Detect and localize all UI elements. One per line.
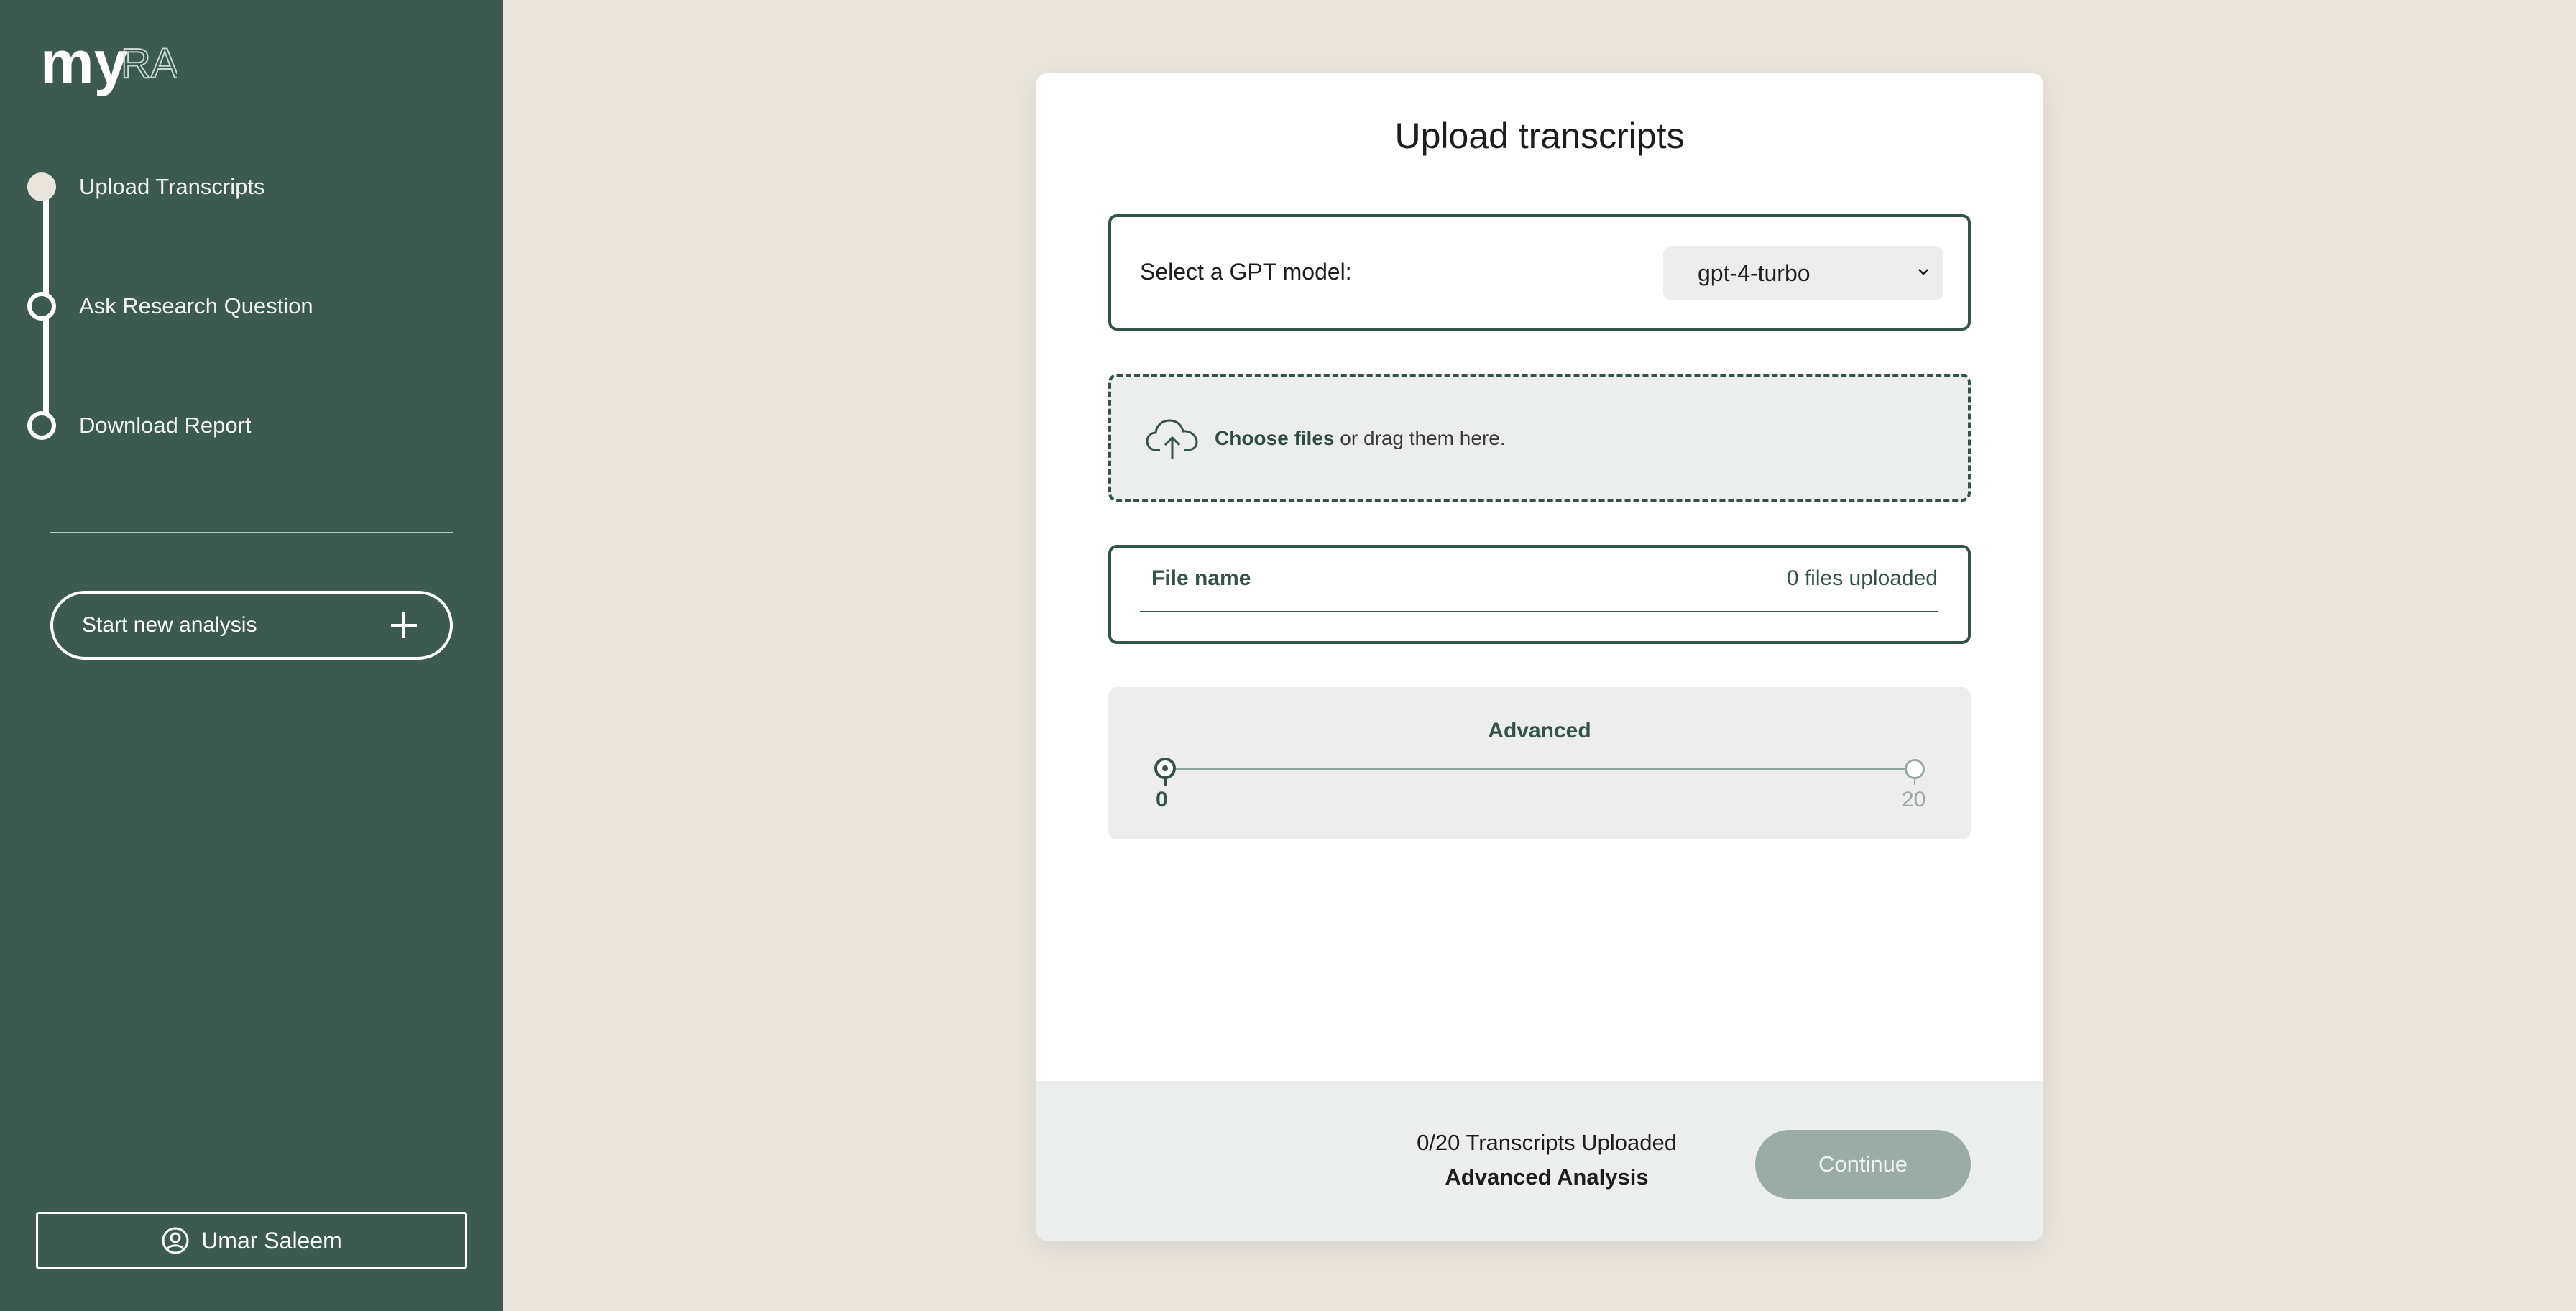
svg-text:my: my (40, 32, 128, 96)
slider-max-label: 20 (1902, 788, 1926, 811)
sidebar-divider (50, 532, 453, 533)
step-label: Download Report (79, 413, 252, 438)
start-new-analysis-label: Start new analysis (82, 613, 257, 637)
dropzone-hint: or drag them here. (1334, 427, 1506, 449)
upload-card: Upload transcripts Select a GPT model: g… (1036, 73, 2043, 1241)
dropzone-text: Choose files or drag them here. (1215, 427, 1506, 450)
analysis-mode: Advanced Analysis (1445, 1164, 1649, 1190)
file-list-panel: File name 0 files uploaded (1108, 545, 1971, 644)
step-label: Upload Transcripts (79, 174, 265, 199)
start-new-analysis-button[interactable]: Start new analysis (50, 591, 453, 660)
user-name: Umar Saleem (201, 1227, 342, 1254)
transcript-slider-thumb[interactable] (1154, 758, 1176, 779)
slider-max-marker (1905, 759, 1925, 779)
file-list-divider (1140, 611, 1938, 612)
chevron-down-icon (1918, 269, 1928, 275)
user-account-button[interactable]: Umar Saleem (36, 1212, 467, 1269)
file-name-header: File name (1151, 566, 1251, 590)
advanced-title: Advanced (1488, 719, 1591, 742)
step-indicator (27, 411, 56, 440)
page-title: Upload transcripts (1394, 116, 1685, 156)
user-icon (162, 1227, 189, 1254)
cloud-upload-icon (1146, 419, 1198, 459)
svg-text:RA: RA (121, 40, 177, 87)
transcripts-uploaded-status: 0/20 Transcripts Uploaded (1417, 1130, 1677, 1155)
myra-logo: my RA (40, 32, 177, 96)
file-dropzone[interactable]: Choose files or drag them here. (1108, 374, 1971, 502)
card-footer: 0/20 Transcripts Uploaded Advanced Analy… (1036, 1081, 2043, 1241)
continue-button[interactable]: Continue (1755, 1130, 1971, 1199)
model-label: Select a GPT model: (1140, 259, 1352, 285)
choose-files-link[interactable]: Choose files (1215, 427, 1334, 449)
slider-min-label: 0 (1156, 788, 1168, 811)
model-selector-panel: Select a GPT model: gpt-4-turbo (1108, 214, 1971, 331)
step-indicator (27, 292, 56, 321)
sidebar: my RA Upload Transcripts Ask Research Qu… (0, 0, 503, 1311)
files-uploaded-count: 0 files uploaded (1786, 566, 1938, 590)
model-select[interactable]: gpt-4-turbo (1663, 246, 1944, 300)
advanced-panel: Advanced 0 20 (1108, 687, 1971, 840)
model-select-value: gpt-4-turbo (1698, 260, 1811, 286)
transcript-slider-track[interactable] (1164, 768, 1915, 770)
step-indicator-active (27, 172, 56, 201)
step-label: Ask Research Question (79, 293, 313, 318)
plus-icon (391, 612, 417, 638)
